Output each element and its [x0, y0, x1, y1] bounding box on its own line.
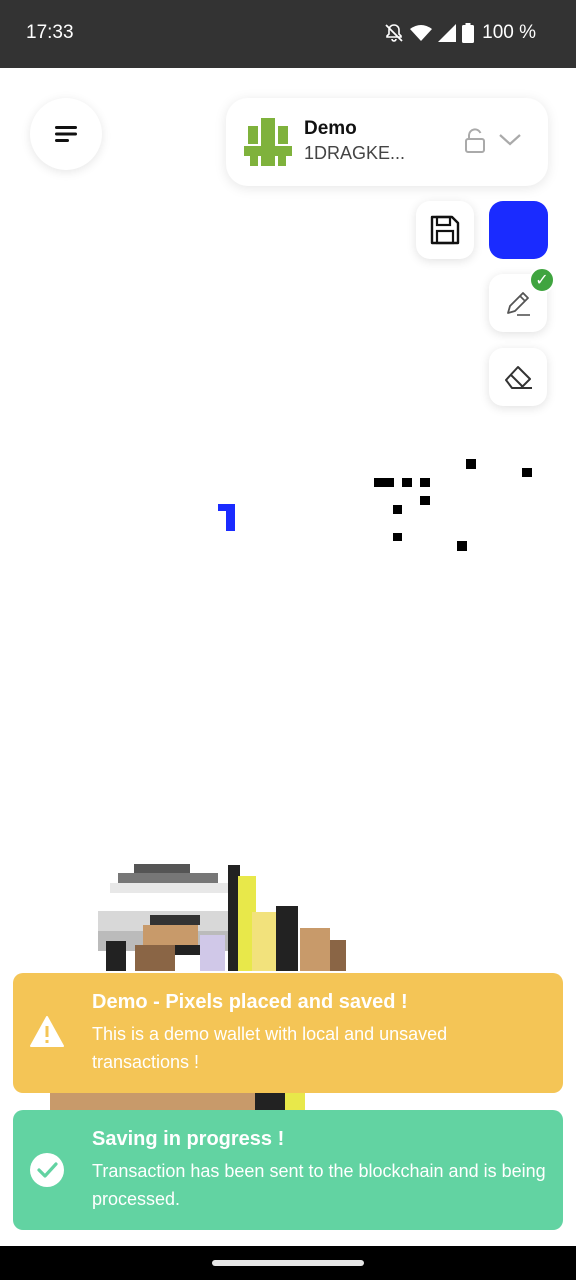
unlocked-padlock-icon[interactable]: [464, 128, 486, 154]
battery-icon: [462, 23, 475, 43]
home-gesture-handle[interactable]: [212, 1260, 364, 1266]
save-button[interactable]: [416, 201, 474, 259]
warning-toast[interactable]: Demo - Pixels placed and saved ! This is…: [13, 973, 563, 1093]
wallet-name: Demo: [304, 118, 357, 139]
status-right: 100 %: [384, 22, 536, 44]
blue-pixels: [218, 504, 235, 531]
menu-button[interactable]: [30, 98, 102, 170]
wallet-address: 1DRAGKE...: [304, 143, 406, 163]
color-picker-button[interactable]: [489, 201, 548, 259]
status-time: 17:33: [26, 22, 74, 43]
dragonchain-logo: [244, 118, 292, 166]
status-bar: 17:33 100 %: [0, 0, 576, 68]
warning-toast-message: This is a demo wallet with local and uns…: [92, 1024, 448, 1072]
wifi-icon: [410, 25, 433, 41]
hamburger-menu-icon: [55, 126, 77, 142]
check-circle-icon: [30, 1153, 64, 1187]
eraser-icon: [505, 366, 532, 389]
wallet-selector[interactable]: Demo 1DRAGKE...: [226, 98, 548, 186]
bell-off-icon: [385, 24, 403, 42]
warning-icon: [30, 1016, 64, 1047]
chevron-down-icon[interactable]: [498, 132, 522, 148]
black-pixels: [374, 459, 532, 551]
battery-percent: 100 %: [482, 22, 536, 43]
success-toast-message: Transaction has been sent to the blockch…: [92, 1161, 546, 1209]
check-icon: ✓: [535, 272, 549, 289]
system-nav-bar: [0, 1246, 576, 1280]
pencil-icon: [507, 292, 530, 316]
success-toast[interactable]: Saving in progress ! Transaction has bee…: [13, 1110, 563, 1230]
pencil-active-badge: ✓: [529, 267, 555, 293]
signal-icon: [438, 24, 457, 42]
save-icon: [430, 215, 460, 245]
eraser-tool-button[interactable]: [489, 348, 547, 406]
success-toast-title: Saving in progress !: [92, 1128, 285, 1150]
warning-toast-title: Demo - Pixels placed and saved !: [92, 991, 408, 1013]
status-icons: [384, 23, 475, 43]
